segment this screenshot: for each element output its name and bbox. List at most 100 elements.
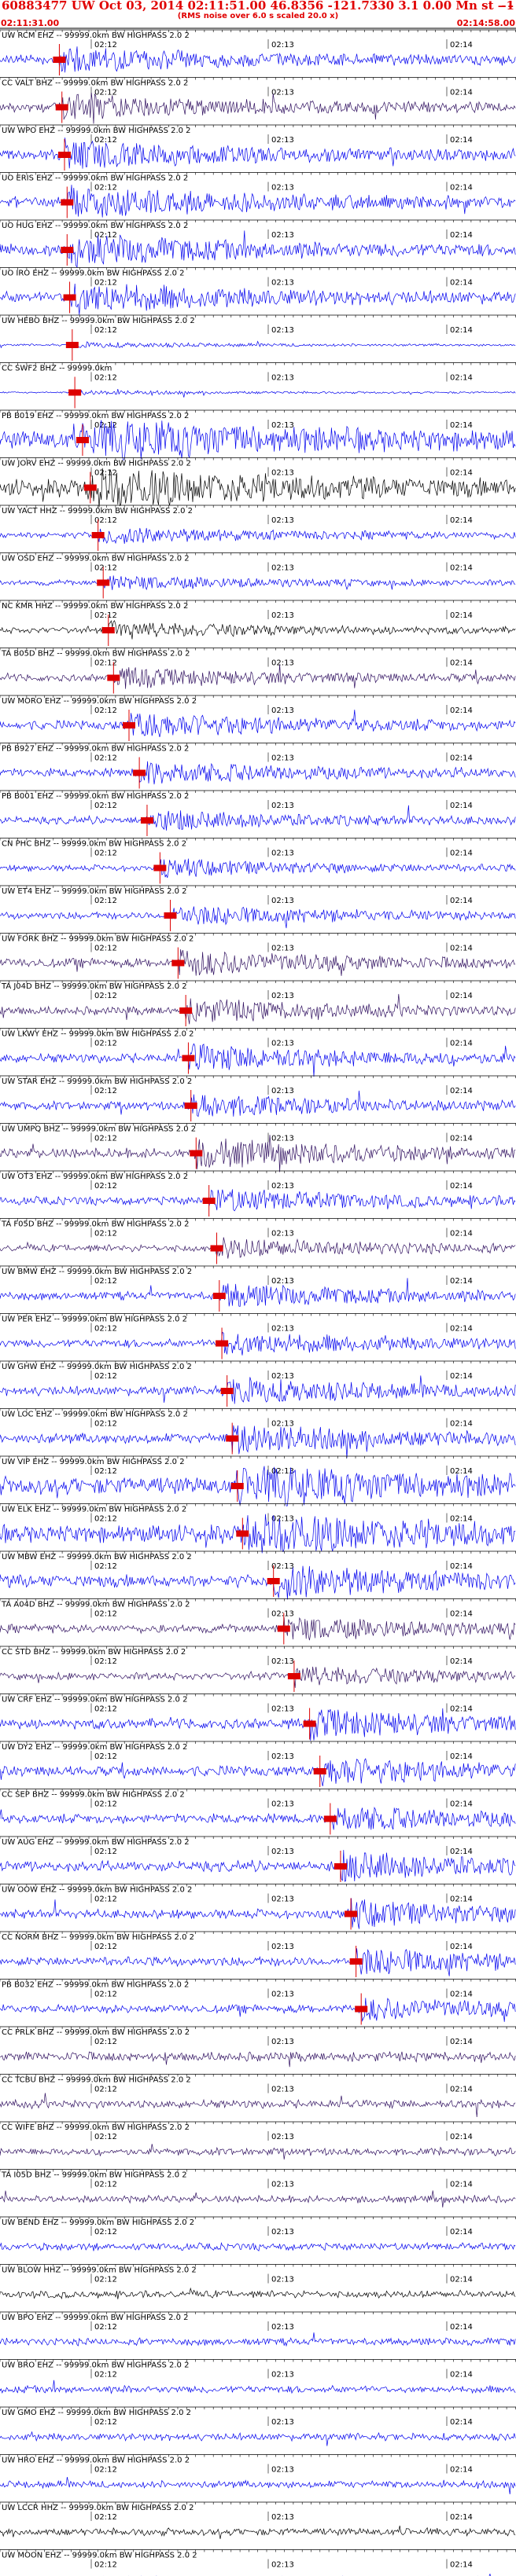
minute-tick-label: 02:13 — [271, 1135, 294, 1143]
minute-tick-label: 02:12 — [94, 1325, 117, 1334]
minute-tick-label: 02:12 — [94, 2181, 117, 2189]
channel-label: PB B032 EHZ -- 99999.0km BW HIGHPASS 2.0… — [2, 1981, 189, 1990]
minute-tick-label: 02:13 — [271, 659, 294, 668]
minute-tick-label: 02:12 — [94, 611, 117, 620]
minute-tick-label: 02:13 — [271, 1277, 294, 1286]
waveform — [0, 527, 516, 545]
minute-tick-label: 02:12 — [94, 849, 117, 858]
waveform — [0, 1090, 516, 1117]
minute-tick-label: 02:14 — [450, 2418, 473, 2427]
minute-tick-label: 02:14 — [450, 1657, 473, 1666]
channel-label: UW MORO EHZ -- 99999.0km BW HIGHPASS 2.0… — [2, 697, 197, 706]
waveform — [0, 1998, 516, 2022]
waveform — [0, 2093, 516, 2118]
waveform — [0, 1758, 516, 1786]
minute-tick-label: 02:13 — [271, 2561, 294, 2570]
channel-trace: UW DY2 EHZ -- 99999.0km BW HIGHPASS 2.0 … — [0, 1741, 516, 1787]
channel-label: UW LCCR HHZ -- 99999.0km BW HIGHPASS 2.0… — [2, 2504, 194, 2512]
channel-label: UW AUG EHZ -- 99999.0km BW HIGHPASS 2.0 … — [2, 1838, 190, 1847]
channel-trace: NC KMR HHZ -- 99999.0km BW HIGHPASS 2.0 … — [0, 600, 516, 646]
minute-tick-label: 02:12 — [94, 802, 117, 810]
minute-tick-label: 02:13 — [271, 849, 294, 858]
channel-label: UW BLOW HHZ -- 99999.0km BW HIGHPASS 2.0… — [2, 2266, 197, 2275]
minute-tick-label: 02:12 — [94, 2276, 117, 2284]
channel-trace: UO IRO EHZ -- 99999.0km BW HIGHPASS 2.0 … — [0, 267, 516, 315]
channel-trace: UW VIP EHZ -- 99999.0km BW HIGHPASS 2.0 … — [0, 1455, 516, 1506]
minute-tick-label: 02:12 — [94, 1562, 117, 1571]
minute-tick-label: 02:12 — [94, 2371, 117, 2380]
minute-tick-label: 02:14 — [450, 1752, 473, 1761]
waveform — [0, 2431, 516, 2446]
minute-tick-label: 02:13 — [271, 897, 294, 905]
minute-tick-label: 02:12 — [94, 1657, 117, 1666]
minute-tick-label: 02:12 — [94, 1135, 117, 1143]
minute-tick-label: 02:12 — [94, 992, 117, 1000]
channel-trace: UW PER EHZ -- 99999.0km BW HIGHPASS 2.0 … — [0, 1313, 516, 1360]
waveform — [0, 1514, 516, 1554]
minute-tick-label: 02:13 — [271, 2371, 294, 2380]
minute-tick-label: 02:13 — [271, 1562, 294, 1571]
channel-trace: UW MBW EHZ -- 99999.0km BW HIGHPASS 2.0 … — [0, 1550, 516, 1600]
minute-tick-label: 02:12 — [94, 1467, 117, 1476]
minute-tick-label: 02:14 — [450, 754, 473, 763]
minute-tick-label: 02:12 — [94, 2228, 117, 2237]
channel-trace: UW LCCR HHZ -- 99999.0km BW HIGHPASS 2.0… — [0, 2501, 516, 2539]
channel-label: UW DY2 EHZ -- 99999.0km BW HIGHPASS 2.0 … — [2, 1743, 187, 1752]
minute-tick-label: 02:13 — [271, 992, 294, 1000]
channel-label: UW HRO EHZ -- 99999.0km BW HIGHPASS 2.0 … — [2, 2457, 190, 2465]
waveform — [0, 1331, 516, 1356]
waveform — [0, 1189, 516, 1212]
waveform — [0, 619, 516, 640]
channel-label: UW LOC EHZ -- 99999.0km BW HIGHPASS 2.0 … — [2, 1411, 188, 1419]
minute-tick-label: 02:12 — [94, 1087, 117, 1095]
minute-tick-label: 02:14 — [450, 469, 473, 478]
minute-tick-label: 02:12 — [94, 1277, 117, 1286]
minute-tick-label: 02:14 — [450, 945, 473, 953]
minute-tick-label: 02:13 — [271, 2466, 294, 2475]
channel-label: UW OSD EHZ -- 99999.0km BW HIGHPASS 2.0 … — [2, 555, 190, 563]
minute-tick-label: 02:14 — [450, 1135, 473, 1143]
channel-label: UW CRF EHZ -- 99999.0km BW HIGHPASS 2.0 … — [2, 1696, 187, 1704]
minute-tick-label: 02:12 — [94, 564, 117, 573]
waveform — [0, 805, 516, 831]
minute-tick-label: 02:12 — [94, 2513, 117, 2522]
minute-tick-label: 02:12 — [94, 1040, 117, 1048]
minute-tick-label: 02:14 — [450, 1230, 473, 1238]
minute-tick-label: 02:13 — [271, 2181, 294, 2189]
channel-trace: CC NORM BHZ -- 99999.0km BW HIGHPASS 2.0… — [0, 1931, 516, 1977]
minute-tick-label: 02:13 — [271, 469, 294, 478]
channel-label: TA J04D BHZ -- 99999.0km BW HIGHPASS 2.0… — [1, 982, 187, 991]
waveform — [0, 1043, 516, 1077]
channel-trace: CC STD BHZ -- 99999.0km BW HIGHPASS 2.0 … — [0, 1646, 516, 1692]
minute-tick-label: 02:12 — [94, 326, 117, 335]
minute-tick-label: 02:12 — [94, 2038, 117, 2046]
minute-tick-label: 02:14 — [450, 326, 473, 335]
minute-tick-label: 02:14 — [450, 897, 473, 905]
channel-label: CC SEP BHZ -- 99999.0km BW HIGHPASS 2.0 … — [2, 1791, 185, 1800]
waveform — [0, 1237, 516, 1259]
seismogram-plot: UW RCM EHZ -- 99999.0km BW HIGHPASS 2.0 … — [0, 28, 516, 2576]
channel-trace: UW HEBO BHZ -- 99999.0km BW HIGHPASS 2.0… — [0, 314, 516, 361]
minute-tick-label: 02:13 — [271, 136, 294, 145]
minute-tick-label: 02:14 — [450, 1182, 473, 1191]
minute-tick-label: 02:13 — [271, 1515, 294, 1524]
minute-tick-label: 02:12 — [94, 1800, 117, 1809]
minute-tick-label: 02:12 — [94, 1705, 117, 1714]
channel-trace: PB B019 EHZ -- 99999.0km BW HIGHPASS 2.0… — [0, 409, 516, 461]
channel-label: UW LKWY EHZ -- 99999.0km BW HIGHPASS 2.0… — [2, 1030, 194, 1039]
minute-tick-label: 02:14 — [450, 2323, 473, 2332]
minute-tick-label: 02:13 — [271, 89, 294, 97]
minute-tick-label: 02:13 — [271, 326, 294, 335]
channel-trace: UW JORV EHZ -- 99999.0km BW HIGHPASS 2.0… — [0, 457, 516, 508]
minute-tick-label: 02:14 — [450, 564, 473, 573]
minute-tick-label: 02:14 — [450, 1991, 473, 1999]
channel-trace: TA A04D BHZ -- 99999.0km BW HIGHPASS 2.0… — [0, 1598, 516, 1645]
channel-label: PB B927 EHZ -- 99999.0km BW HIGHPASS 2.0… — [2, 745, 189, 754]
channel-label: UW STAR EHZ -- 99999.0km BW HIGHPASS 2.0… — [2, 1077, 192, 1086]
channel-label: UW HEBO BHZ -- 99999.0km BW HIGHPASS 2.0… — [2, 317, 195, 325]
waveform — [0, 138, 516, 169]
minute-tick-label: 02:12 — [94, 1182, 117, 1191]
minute-tick-label: 02:12 — [94, 184, 117, 193]
channel-label: UW ET4 EHZ -- 99999.0km BW HIGHPASS 2.0 … — [2, 887, 187, 896]
minute-tick-label: 02:14 — [450, 184, 473, 193]
